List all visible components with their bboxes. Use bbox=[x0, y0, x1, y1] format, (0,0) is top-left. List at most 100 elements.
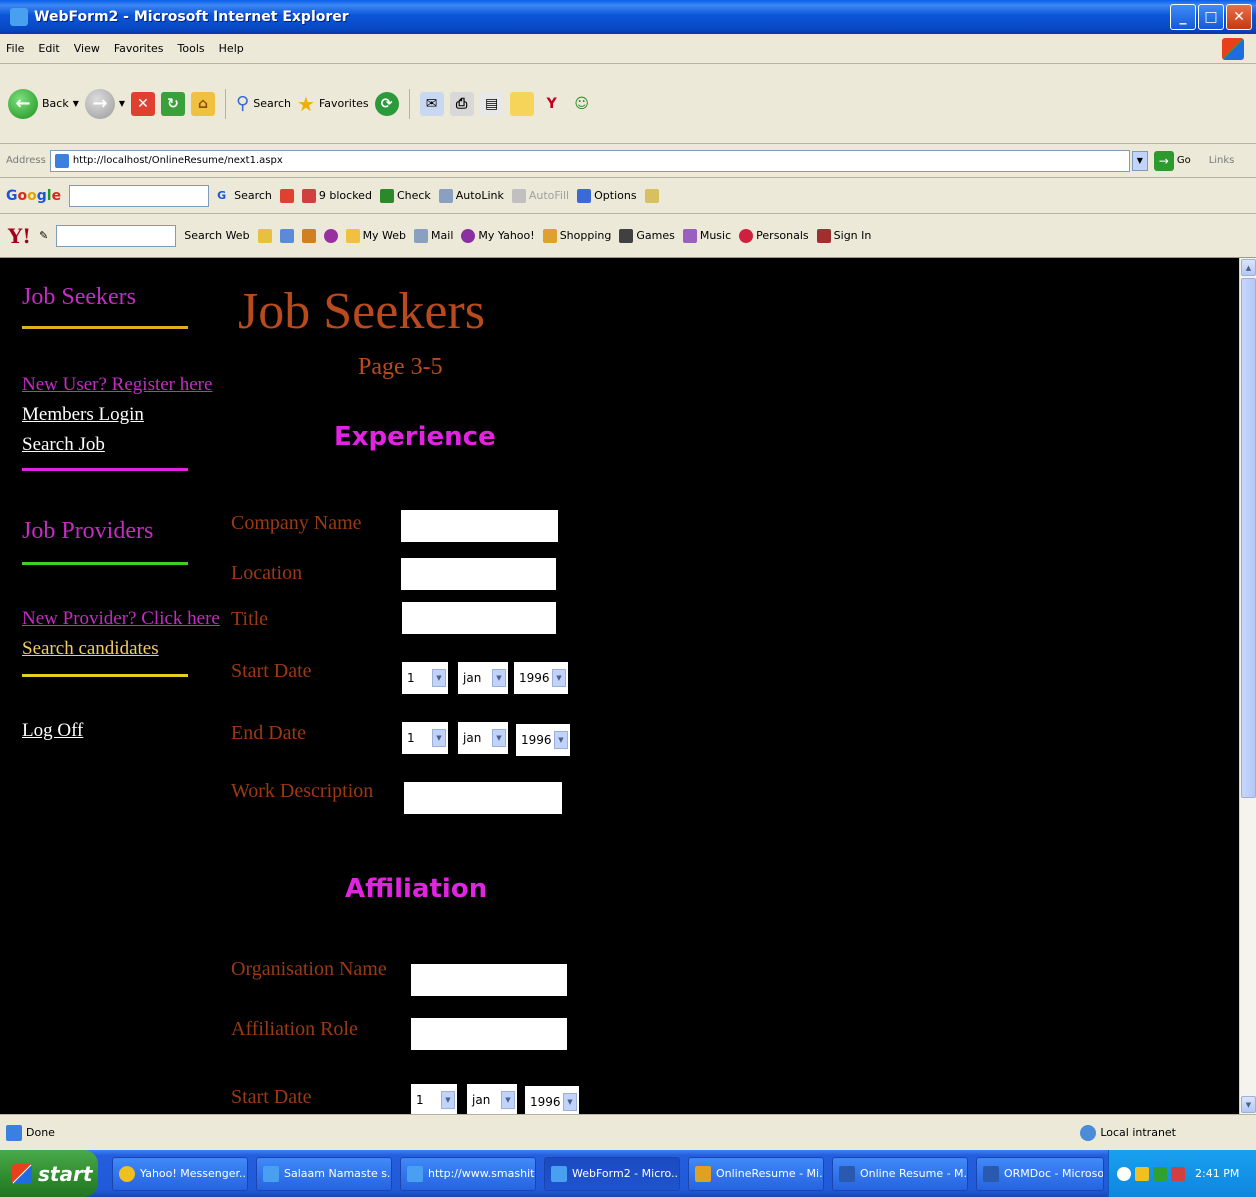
minimize-button[interactable]: _ bbox=[1170, 4, 1196, 30]
start-button[interactable]: start bbox=[0, 1150, 98, 1197]
news-icon[interactable] bbox=[279, 188, 294, 203]
popup-icon[interactable] bbox=[279, 228, 294, 243]
taskbar-item[interactable]: Yahoo! Messenger... bbox=[112, 1156, 248, 1191]
autofill-button[interactable]: AutoFill bbox=[511, 188, 569, 203]
scroll-up-button[interactable]: ▲ bbox=[1241, 259, 1256, 276]
yahoo-logo[interactable]: Y! bbox=[8, 224, 31, 248]
affiliation-start-month-select[interactable]: jan ▼ bbox=[467, 1084, 517, 1114]
taskbar-item[interactable]: Online Resume - M... bbox=[832, 1156, 968, 1191]
options-button[interactable]: Options bbox=[577, 188, 637, 203]
tray-icon[interactable] bbox=[1135, 1166, 1149, 1181]
history-icon[interactable]: ⟳ bbox=[374, 91, 399, 116]
menu-view[interactable]: View bbox=[74, 42, 100, 55]
games-button[interactable]: Games bbox=[619, 228, 675, 243]
taskbar-item[interactable]: http://www.smashit... bbox=[400, 1156, 536, 1191]
antispy-icon[interactable] bbox=[301, 228, 316, 243]
search-button[interactable]: ⚲ Search bbox=[236, 93, 291, 114]
spell-check-button[interactable]: Check bbox=[379, 188, 431, 203]
search-web-button[interactable]: Search Web bbox=[184, 229, 249, 242]
search-icon: ⚲ bbox=[236, 93, 250, 114]
autolink-button[interactable]: AutoLink bbox=[438, 188, 504, 203]
divider bbox=[22, 674, 188, 677]
refresh-icon[interactable]: ↻ bbox=[161, 91, 186, 116]
pencil-icon[interactable] bbox=[644, 188, 659, 203]
favorites-button[interactable]: ★ Favorites bbox=[297, 92, 369, 116]
mail-button[interactable]: Mail bbox=[414, 228, 453, 243]
google-logo[interactable]: Google bbox=[6, 188, 61, 204]
chevron-down-icon: ▼ bbox=[554, 731, 568, 749]
tray-icon[interactable] bbox=[1171, 1166, 1185, 1181]
taskbar-item[interactable]: Salaam Namaste s... bbox=[256, 1156, 392, 1191]
sign-in-button[interactable]: Sign In bbox=[816, 228, 871, 243]
my-yahoo-button[interactable]: My Yahoo! bbox=[461, 228, 535, 243]
end-month-select[interactable]: jan ▼ bbox=[458, 722, 508, 754]
music-label: Music bbox=[699, 229, 732, 242]
affiliation-role-label: Affiliation Role bbox=[231, 1018, 358, 1040]
my-web-button[interactable]: My Web bbox=[345, 228, 406, 243]
affiliation-start-year-select[interactable]: 1996 ▼ bbox=[525, 1086, 579, 1114]
menu-favorites[interactable]: Favorites bbox=[114, 42, 164, 55]
edit-icon[interactable]: ▤ bbox=[479, 91, 504, 116]
end-year-select[interactable]: 1996 ▼ bbox=[516, 724, 570, 756]
scroll-down-button[interactable]: ▼ bbox=[1241, 1096, 1256, 1113]
scroll-thumb[interactable] bbox=[1241, 278, 1256, 798]
title-input[interactable] bbox=[402, 602, 556, 634]
personals-button[interactable]: Personals bbox=[739, 228, 809, 243]
search-candidates-link[interactable]: Search candidates bbox=[22, 638, 159, 660]
mail-icon[interactable]: ✉ bbox=[419, 91, 444, 116]
start-month-select[interactable]: jan ▼ bbox=[458, 662, 508, 694]
menu-edit[interactable]: Edit bbox=[38, 42, 59, 55]
home-icon[interactable]: ⌂ bbox=[191, 91, 216, 116]
shopping-button[interactable]: Shopping bbox=[542, 228, 611, 243]
pencil-icon[interactable]: ✎ bbox=[39, 229, 48, 242]
yahoo-search-input[interactable] bbox=[56, 224, 177, 247]
maximize-button[interactable]: □ bbox=[1198, 4, 1224, 30]
end-day-select[interactable]: 1 ▼ bbox=[402, 722, 448, 754]
clock[interactable]: 2:41 PM bbox=[1195, 1167, 1239, 1180]
work-description-input[interactable] bbox=[404, 782, 562, 814]
forward-button[interactable]: → ▼ bbox=[84, 88, 125, 119]
chevron-left-icon[interactable] bbox=[1117, 1166, 1131, 1181]
highlight-icon[interactable] bbox=[257, 228, 272, 243]
log-off-link[interactable]: Log Off bbox=[22, 720, 83, 742]
members-login-link[interactable]: Members Login bbox=[22, 404, 144, 426]
affiliation-start-day-select[interactable]: 1 ▼ bbox=[411, 1084, 457, 1114]
music-button[interactable]: Music bbox=[682, 228, 732, 243]
company-name-input[interactable] bbox=[401, 510, 558, 542]
menu-help[interactable]: Help bbox=[219, 42, 244, 55]
search-job-link[interactable]: Search Job bbox=[22, 434, 105, 456]
organisation-name-input[interactable] bbox=[411, 964, 567, 996]
music-icon bbox=[682, 228, 697, 243]
tray-icon[interactable] bbox=[1153, 1166, 1167, 1181]
print-icon[interactable]: ⎙ bbox=[449, 91, 474, 116]
address-input[interactable]: http://localhost/OnlineResume/next1.aspx bbox=[49, 149, 1130, 172]
sidebar-providers-heading: Job Providers bbox=[22, 518, 154, 544]
start-year-select[interactable]: 1996 ▼ bbox=[514, 662, 568, 694]
taskbar-item[interactable]: WebForm2 - Micro... bbox=[544, 1156, 680, 1191]
start-day-select[interactable]: 1 ▼ bbox=[402, 662, 448, 694]
folder-icon[interactable] bbox=[509, 91, 534, 116]
taskbar-item[interactable]: ORMDoc - Microsof... bbox=[976, 1156, 1104, 1191]
popup-blocker-button[interactable]: 9 blocked bbox=[301, 188, 372, 203]
google-search-input[interactable] bbox=[69, 184, 210, 207]
yahoo-toolbar: Y! ✎ Search Web My Web Mail My Yahoo! Sh… bbox=[0, 214, 1256, 258]
go-button[interactable]: → Go bbox=[1153, 150, 1191, 171]
google-search-button[interactable]: G Search bbox=[217, 189, 272, 203]
back-button[interactable]: ← Back ▼ bbox=[8, 88, 79, 119]
stop-icon[interactable]: ✕ bbox=[131, 91, 156, 116]
vertical-scrollbar[interactable]: ▲ ▼ bbox=[1239, 258, 1256, 1114]
menu-tools[interactable]: Tools bbox=[178, 42, 205, 55]
links-button[interactable]: Links bbox=[1209, 155, 1235, 166]
address-dropdown[interactable]: ▼ bbox=[1131, 150, 1148, 171]
yahoo-y-icon[interactable]: Y bbox=[540, 92, 564, 116]
affiliation-role-input[interactable] bbox=[411, 1018, 567, 1050]
messenger-icon[interactable] bbox=[323, 228, 338, 243]
address-bar: Address http://localhost/OnlineResume/ne… bbox=[0, 144, 1256, 178]
menu-file[interactable]: File bbox=[6, 42, 24, 55]
new-user-register-link[interactable]: New User? Register here bbox=[22, 374, 212, 396]
close-button[interactable]: ✕ bbox=[1226, 4, 1252, 30]
location-input[interactable] bbox=[401, 558, 556, 590]
messenger-icon[interactable]: ☺ bbox=[570, 92, 594, 116]
new-provider-link[interactable]: New Provider? Click here bbox=[22, 608, 220, 630]
taskbar-item[interactable]: OnlineResume - Mi... bbox=[688, 1156, 824, 1191]
